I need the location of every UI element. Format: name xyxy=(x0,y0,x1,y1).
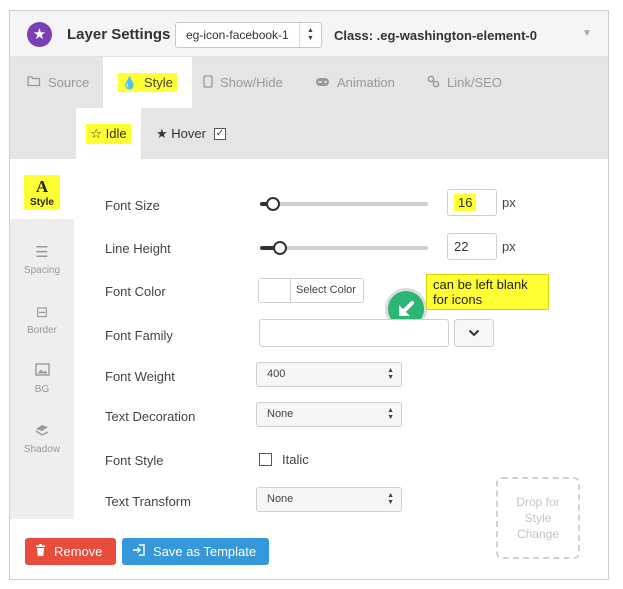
slider-handle[interactable] xyxy=(273,241,288,255)
style-sidenav: A Style ☰ Spacing ⊟ Border BG Shadow xyxy=(10,159,74,519)
square-minus-icon: ⊟ xyxy=(35,304,49,321)
font-icon: A xyxy=(35,177,49,196)
select-arrows-icon: ▲ ▼ xyxy=(387,492,394,506)
chevron-down-icon xyxy=(468,329,480,337)
text-transform-value: None xyxy=(267,493,294,505)
font-style-label: Font Style xyxy=(105,453,164,468)
line-height-slider[interactable] xyxy=(260,240,428,256)
tab-style[interactable]: 💧 Style xyxy=(103,57,192,108)
sidenav-item-border[interactable]: ⊟ Border xyxy=(10,291,74,351)
star-outline-icon: ☆ xyxy=(90,125,103,141)
text-decoration-value: None xyxy=(267,408,294,420)
font-family-input[interactable] xyxy=(259,319,449,347)
sign-in-icon xyxy=(132,544,145,559)
tab-style-highlight: 💧 Style xyxy=(118,73,177,92)
trash-icon xyxy=(35,544,46,559)
tab-link-seo-label: Link/SEO xyxy=(447,75,502,90)
font-size-slider[interactable] xyxy=(260,196,428,212)
text-decoration-label: Text Decoration xyxy=(105,409,196,424)
font-size-unit: px xyxy=(502,195,516,210)
text-transform-select[interactable]: None ▲ ▼ xyxy=(256,487,402,512)
sidenav-bg-label: BG xyxy=(34,384,50,395)
sidenav-style-label: Style xyxy=(30,197,54,208)
select-color-label: Select Color xyxy=(296,284,356,296)
save-as-template-button[interactable]: Save as Template xyxy=(122,538,269,565)
font-color-label: Font Color xyxy=(105,284,166,299)
subtab-idle-highlight: ☆ Idle xyxy=(86,123,131,144)
tab-link-seo[interactable]: Link/SEO xyxy=(427,57,502,108)
align-icon: ☰ xyxy=(35,244,49,261)
image-icon xyxy=(10,363,74,380)
slider-handle[interactable] xyxy=(266,197,281,211)
remove-label: Remove xyxy=(54,544,103,559)
annotation-note: can be left blank for icons xyxy=(426,274,549,310)
hover-checkbox[interactable]: ✓ xyxy=(213,127,226,140)
shadow-icon xyxy=(10,423,74,440)
sidenav-border-label: Border xyxy=(26,325,57,336)
sidenav-item-bg[interactable]: BG xyxy=(10,351,74,411)
sidenav-item-spacing[interactable]: ☰ Spacing xyxy=(10,231,74,291)
line-height-label: Line Height xyxy=(105,241,171,256)
sidenav-item-shadow[interactable]: Shadow xyxy=(10,411,74,471)
folder-icon xyxy=(27,75,41,90)
link-icon xyxy=(427,75,440,91)
gamepad-icon xyxy=(315,76,330,90)
font-family-label: Font Family xyxy=(105,328,173,343)
star-icon: ★ xyxy=(27,22,52,47)
tab-source-label: Source xyxy=(48,75,90,90)
font-size-value: 16 xyxy=(454,194,477,211)
text-transform-label: Text Transform xyxy=(105,494,191,509)
subtab-idle[interactable]: ☆ Idle xyxy=(76,108,141,159)
subtab-hover-label: Hover xyxy=(171,126,206,141)
tab-show-hide[interactable]: Show/Hide xyxy=(203,57,283,108)
font-family-dropdown-button[interactable] xyxy=(454,319,494,347)
style-drop-zone[interactable]: Drop for Style Change xyxy=(496,477,580,559)
font-weight-label: Font Weight xyxy=(105,369,175,384)
main-tabs: Source 💧 Style Show/Hide Animation Link/S… xyxy=(10,57,608,108)
sidenav-spacing-label: Spacing xyxy=(23,265,61,276)
sidenav-shadow-label: Shadow xyxy=(23,444,61,455)
italic-label: Italic xyxy=(282,452,309,467)
font-size-input[interactable]: 16 xyxy=(447,189,497,216)
tab-animation[interactable]: Animation xyxy=(315,57,395,108)
slider-track xyxy=(260,202,428,206)
caret-down-icon[interactable]: ▼ xyxy=(582,28,592,39)
panel-title: Layer Settings - xyxy=(67,26,180,43)
subtab-idle-label: Idle xyxy=(105,125,127,141)
tab-animation-label: Animation xyxy=(337,75,395,90)
tab-style-label: Style xyxy=(144,75,173,90)
color-swatch xyxy=(259,279,291,302)
tablet-icon xyxy=(203,74,213,91)
text-decoration-select[interactable]: None ▲ ▼ xyxy=(256,402,402,427)
sidenav-style-highlight: A Style xyxy=(24,175,60,210)
sidenav-item-style[interactable]: A Style xyxy=(10,159,74,219)
state-subtabs: ☆ Idle ★ Hover ✓ xyxy=(10,108,608,159)
save-as-template-label: Save as Template xyxy=(153,544,257,559)
layer-settings-panel: ★ Layer Settings - eg-icon-facebook-1 ▲ ▼… xyxy=(9,10,609,580)
star-icon: ★ xyxy=(156,125,168,141)
select-arrows-icon: ▲ ▼ xyxy=(387,367,394,381)
subtab-hover[interactable]: ★ Hover ✓ xyxy=(156,108,226,159)
layer-select-value: eg-icon-facebook-1 xyxy=(186,28,289,42)
line-height-value: 22 xyxy=(454,239,469,254)
select-arrows-icon: ▲ ▼ xyxy=(299,23,321,47)
select-color-button[interactable]: Select Color xyxy=(258,278,364,303)
line-height-input[interactable]: 22 xyxy=(447,233,497,260)
layer-select[interactable]: eg-icon-facebook-1 ▲ ▼ xyxy=(175,22,322,48)
font-weight-select[interactable]: 400 ▲ ▼ xyxy=(256,362,402,387)
italic-checkbox[interactable] xyxy=(259,453,272,466)
tab-source[interactable]: Source xyxy=(27,57,89,108)
font-size-label: Font Size xyxy=(105,198,160,213)
tab-show-hide-label: Show/Hide xyxy=(220,75,283,90)
remove-button[interactable]: Remove xyxy=(25,538,116,565)
drop-icon: 💧 xyxy=(122,76,138,90)
select-arrows-icon: ▲ ▼ xyxy=(387,407,394,421)
line-height-unit: px xyxy=(502,239,516,254)
font-weight-value: 400 xyxy=(267,368,286,380)
class-label: Class: .eg-washington-element-0 xyxy=(334,28,537,43)
panel-header: ★ Layer Settings - eg-icon-facebook-1 ▲ ▼… xyxy=(10,11,608,57)
